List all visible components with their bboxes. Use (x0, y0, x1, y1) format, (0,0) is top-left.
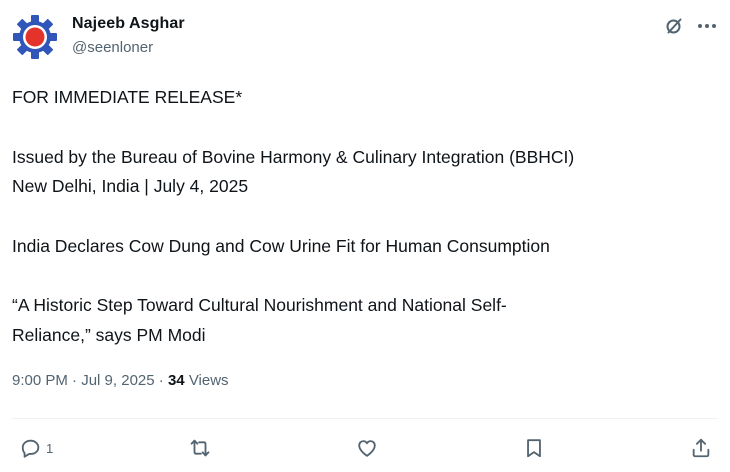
reply-icon (21, 439, 40, 458)
tweet-line: India Declares Cow Dung and Cow Urine Fi… (12, 235, 550, 256)
tweet-text: FOR IMMEDIATE RELEASE* Issued by the Bur… (12, 83, 712, 350)
avatar[interactable] (12, 14, 58, 60)
more-icon[interactable] (696, 16, 718, 36)
bookmark-icon (527, 439, 541, 458)
views-label: Views (188, 372, 229, 389)
author-handle[interactable]: @seenloner (72, 39, 153, 56)
repost-icon (190, 439, 210, 457)
tweet-meta: 9:00 PM · Jul 9, 2025 · 34 Views (12, 372, 229, 389)
tweet-line: “A Historic Step Toward Cultural Nourish… (12, 295, 507, 315)
tweet-line: Reliance,” says PM Modi (12, 324, 206, 345)
tweet: Najeeb Asghar @seenloner FOR IMMEDIATE R… (0, 0, 730, 472)
tweet-line: FOR IMMEDIATE RELEASE* (12, 87, 243, 107)
meta-separator: · (158, 372, 164, 389)
like-icon (358, 440, 376, 457)
divider (12, 418, 718, 419)
meta-separator: · (72, 372, 78, 389)
author-name[interactable]: Najeeb Asghar (72, 15, 185, 33)
tweet-date[interactable]: Jul 9, 2025 (81, 372, 154, 389)
views-count: 34 (167, 372, 185, 389)
repost-button[interactable] (189, 436, 211, 460)
grok-icon[interactable] (664, 16, 684, 36)
tweet-line: Issued by the Bureau of Bovine Harmony &… (12, 146, 575, 167)
bookmark-button[interactable] (523, 436, 545, 460)
tweet-time[interactable]: 9:00 PM (12, 372, 68, 389)
like-button[interactable] (356, 436, 378, 460)
reply-button[interactable]: 1 (20, 436, 53, 460)
gear-logo-icon (13, 15, 57, 59)
tweet-line: New Delhi, India | July 4, 2025 (12, 176, 249, 196)
reply-count: 1 (46, 440, 54, 456)
share-icon (692, 438, 710, 458)
share-button[interactable] (690, 436, 712, 460)
